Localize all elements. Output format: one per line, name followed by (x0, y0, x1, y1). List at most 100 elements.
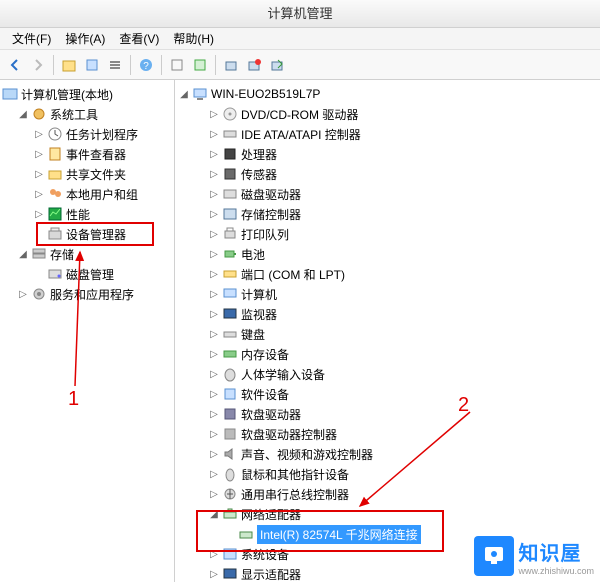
node-sensor[interactable]: ▷传感器 (177, 164, 598, 184)
node-diskdrive[interactable]: ▷磁盘驱动器 (177, 184, 598, 204)
expander-icon[interactable]: ▷ (32, 127, 46, 141)
device-root[interactable]: ◢ WIN-EUO2B519L7P (177, 84, 598, 104)
node-cpu[interactable]: ▷处理器 (177, 144, 598, 164)
node-sound[interactable]: ▷声音、视频和游戏控制器 (177, 444, 598, 464)
network-icon (222, 506, 238, 522)
node-devmgr[interactable]: 设备管理器 (2, 224, 172, 244)
perf-icon (47, 206, 63, 222)
node-netadapter[interactable]: ◢ 网络适配器 (177, 504, 598, 524)
floppyctl-icon (222, 426, 238, 442)
expander-icon[interactable]: ▷ (207, 187, 221, 201)
disk-icon (47, 266, 63, 282)
node-users[interactable]: ▷ 本地用户和组 (2, 184, 172, 204)
storage-icon (31, 246, 47, 262)
menu-bar: 文件(F) 操作(A) 查看(V) 帮助(H) (0, 28, 600, 50)
node-hid[interactable]: ▷人体学输入设备 (177, 364, 598, 384)
node-computer[interactable]: ▷计算机 (177, 284, 598, 304)
expander-icon[interactable]: ▷ (207, 167, 221, 181)
usb-icon (222, 486, 238, 502)
expander-icon[interactable]: ▷ (32, 147, 46, 161)
folder-icon (47, 166, 63, 182)
expander-icon[interactable]: ▷ (207, 247, 221, 261)
node-floppy[interactable]: ▷软盘驱动器 (177, 404, 598, 424)
expander-icon[interactable]: ▷ (207, 147, 221, 161)
toolbar: ? (0, 50, 600, 80)
expander-icon[interactable]: ▷ (207, 207, 221, 221)
node-perf[interactable]: ▷ 性能 (2, 204, 172, 224)
tb-6[interactable] (189, 54, 211, 76)
expander-icon[interactable]: ▷ (207, 427, 221, 441)
expander-icon[interactable]: ◢ (16, 107, 30, 121)
tb-8[interactable] (243, 54, 265, 76)
node-monitor[interactable]: ▷监视器 (177, 304, 598, 324)
node-ports[interactable]: ▷端口 (COM 和 LPT) (177, 264, 598, 284)
expander-icon[interactable]: ▷ (207, 407, 221, 421)
expander-icon[interactable]: ▷ (207, 567, 221, 581)
tb-9[interactable] (266, 54, 288, 76)
node-keyboard[interactable]: ▷键盘 (177, 324, 598, 344)
menu-file[interactable]: 文件(F) (6, 28, 57, 49)
expander-icon[interactable]: ▷ (32, 207, 46, 221)
devmgr-icon (47, 226, 63, 242)
expander-icon[interactable]: ◢ (207, 507, 221, 521)
monitor-icon (222, 306, 238, 322)
node-printq[interactable]: ▷打印队列 (177, 224, 598, 244)
battery-icon (222, 246, 238, 262)
menu-help[interactable]: 帮助(H) (167, 28, 220, 49)
watermark-badge (474, 536, 514, 576)
forward-button[interactable] (27, 54, 49, 76)
clock-icon (47, 126, 63, 142)
computer-icon (192, 86, 208, 102)
expander-icon[interactable]: ◢ (177, 87, 191, 101)
node-event[interactable]: ▷ 事件查看器 (2, 144, 172, 164)
expander-icon[interactable]: ▷ (16, 287, 30, 301)
menu-action[interactable]: 操作(A) (59, 28, 111, 49)
tb-5[interactable] (166, 54, 188, 76)
list-button[interactable] (104, 54, 126, 76)
node-ide[interactable]: ▷IDE ATA/ATAPI 控制器 (177, 124, 598, 144)
expander-icon[interactable]: ▷ (207, 267, 221, 281)
menu-view[interactable]: 查看(V) (113, 28, 165, 49)
expander-icon[interactable]: ▷ (207, 387, 221, 401)
up-button[interactable] (58, 54, 80, 76)
expander-icon[interactable]: ▷ (32, 187, 46, 201)
expander-icon[interactable]: ◢ (16, 247, 30, 261)
diskdrive-icon (222, 186, 238, 202)
sensor-icon (222, 166, 238, 182)
expander-icon[interactable]: ▷ (32, 167, 46, 181)
expander-icon[interactable]: ▷ (207, 347, 221, 361)
node-root[interactable]: 计算机管理(本地) (2, 84, 172, 104)
node-floppyctl[interactable]: ▷软盘驱动器控制器 (177, 424, 598, 444)
back-button[interactable] (4, 54, 26, 76)
left-tree: 计算机管理(本地) ◢ 系统工具 ▷ 任务计划程序 ▷ 事件查看器 ▷ 共享文件… (0, 80, 175, 582)
node-task[interactable]: ▷ 任务计划程序 (2, 124, 172, 144)
users-icon (47, 186, 63, 202)
node-dvd[interactable]: ▷DVD/CD-ROM 驱动器 (177, 104, 598, 124)
node-usb[interactable]: ▷通用串行总线控制器 (177, 484, 598, 504)
expander-icon[interactable]: ▷ (207, 287, 221, 301)
prop-button[interactable] (81, 54, 103, 76)
expander-icon[interactable]: ▷ (207, 367, 221, 381)
expander-icon[interactable]: ▷ (207, 307, 221, 321)
expander-icon[interactable]: ▷ (207, 327, 221, 341)
expander-icon[interactable]: ▷ (207, 107, 221, 121)
node-mouse[interactable]: ▷鼠标和其他指针设备 (177, 464, 598, 484)
expander-icon[interactable]: ▷ (207, 227, 221, 241)
node-disk[interactable]: 磁盘管理 (2, 264, 172, 284)
expander-icon[interactable]: ▷ (207, 547, 221, 561)
help-button[interactable]: ? (135, 54, 157, 76)
node-systools[interactable]: ◢ 系统工具 (2, 104, 172, 124)
expander-icon[interactable]: ▷ (207, 447, 221, 461)
node-memory[interactable]: ▷内存设备 (177, 344, 598, 364)
node-services[interactable]: ▷ 服务和应用程序 (2, 284, 172, 304)
node-software[interactable]: ▷软件设备 (177, 384, 598, 404)
sysdev-icon (222, 546, 238, 562)
tb-7[interactable] (220, 54, 242, 76)
node-battery[interactable]: ▷电池 (177, 244, 598, 264)
node-storagectl[interactable]: ▷存储控制器 (177, 204, 598, 224)
expander-icon[interactable]: ▷ (207, 487, 221, 501)
node-storage[interactable]: ◢ 存储 (2, 244, 172, 264)
node-share[interactable]: ▷ 共享文件夹 (2, 164, 172, 184)
expander-icon[interactable]: ▷ (207, 127, 221, 141)
expander-icon[interactable]: ▷ (207, 467, 221, 481)
